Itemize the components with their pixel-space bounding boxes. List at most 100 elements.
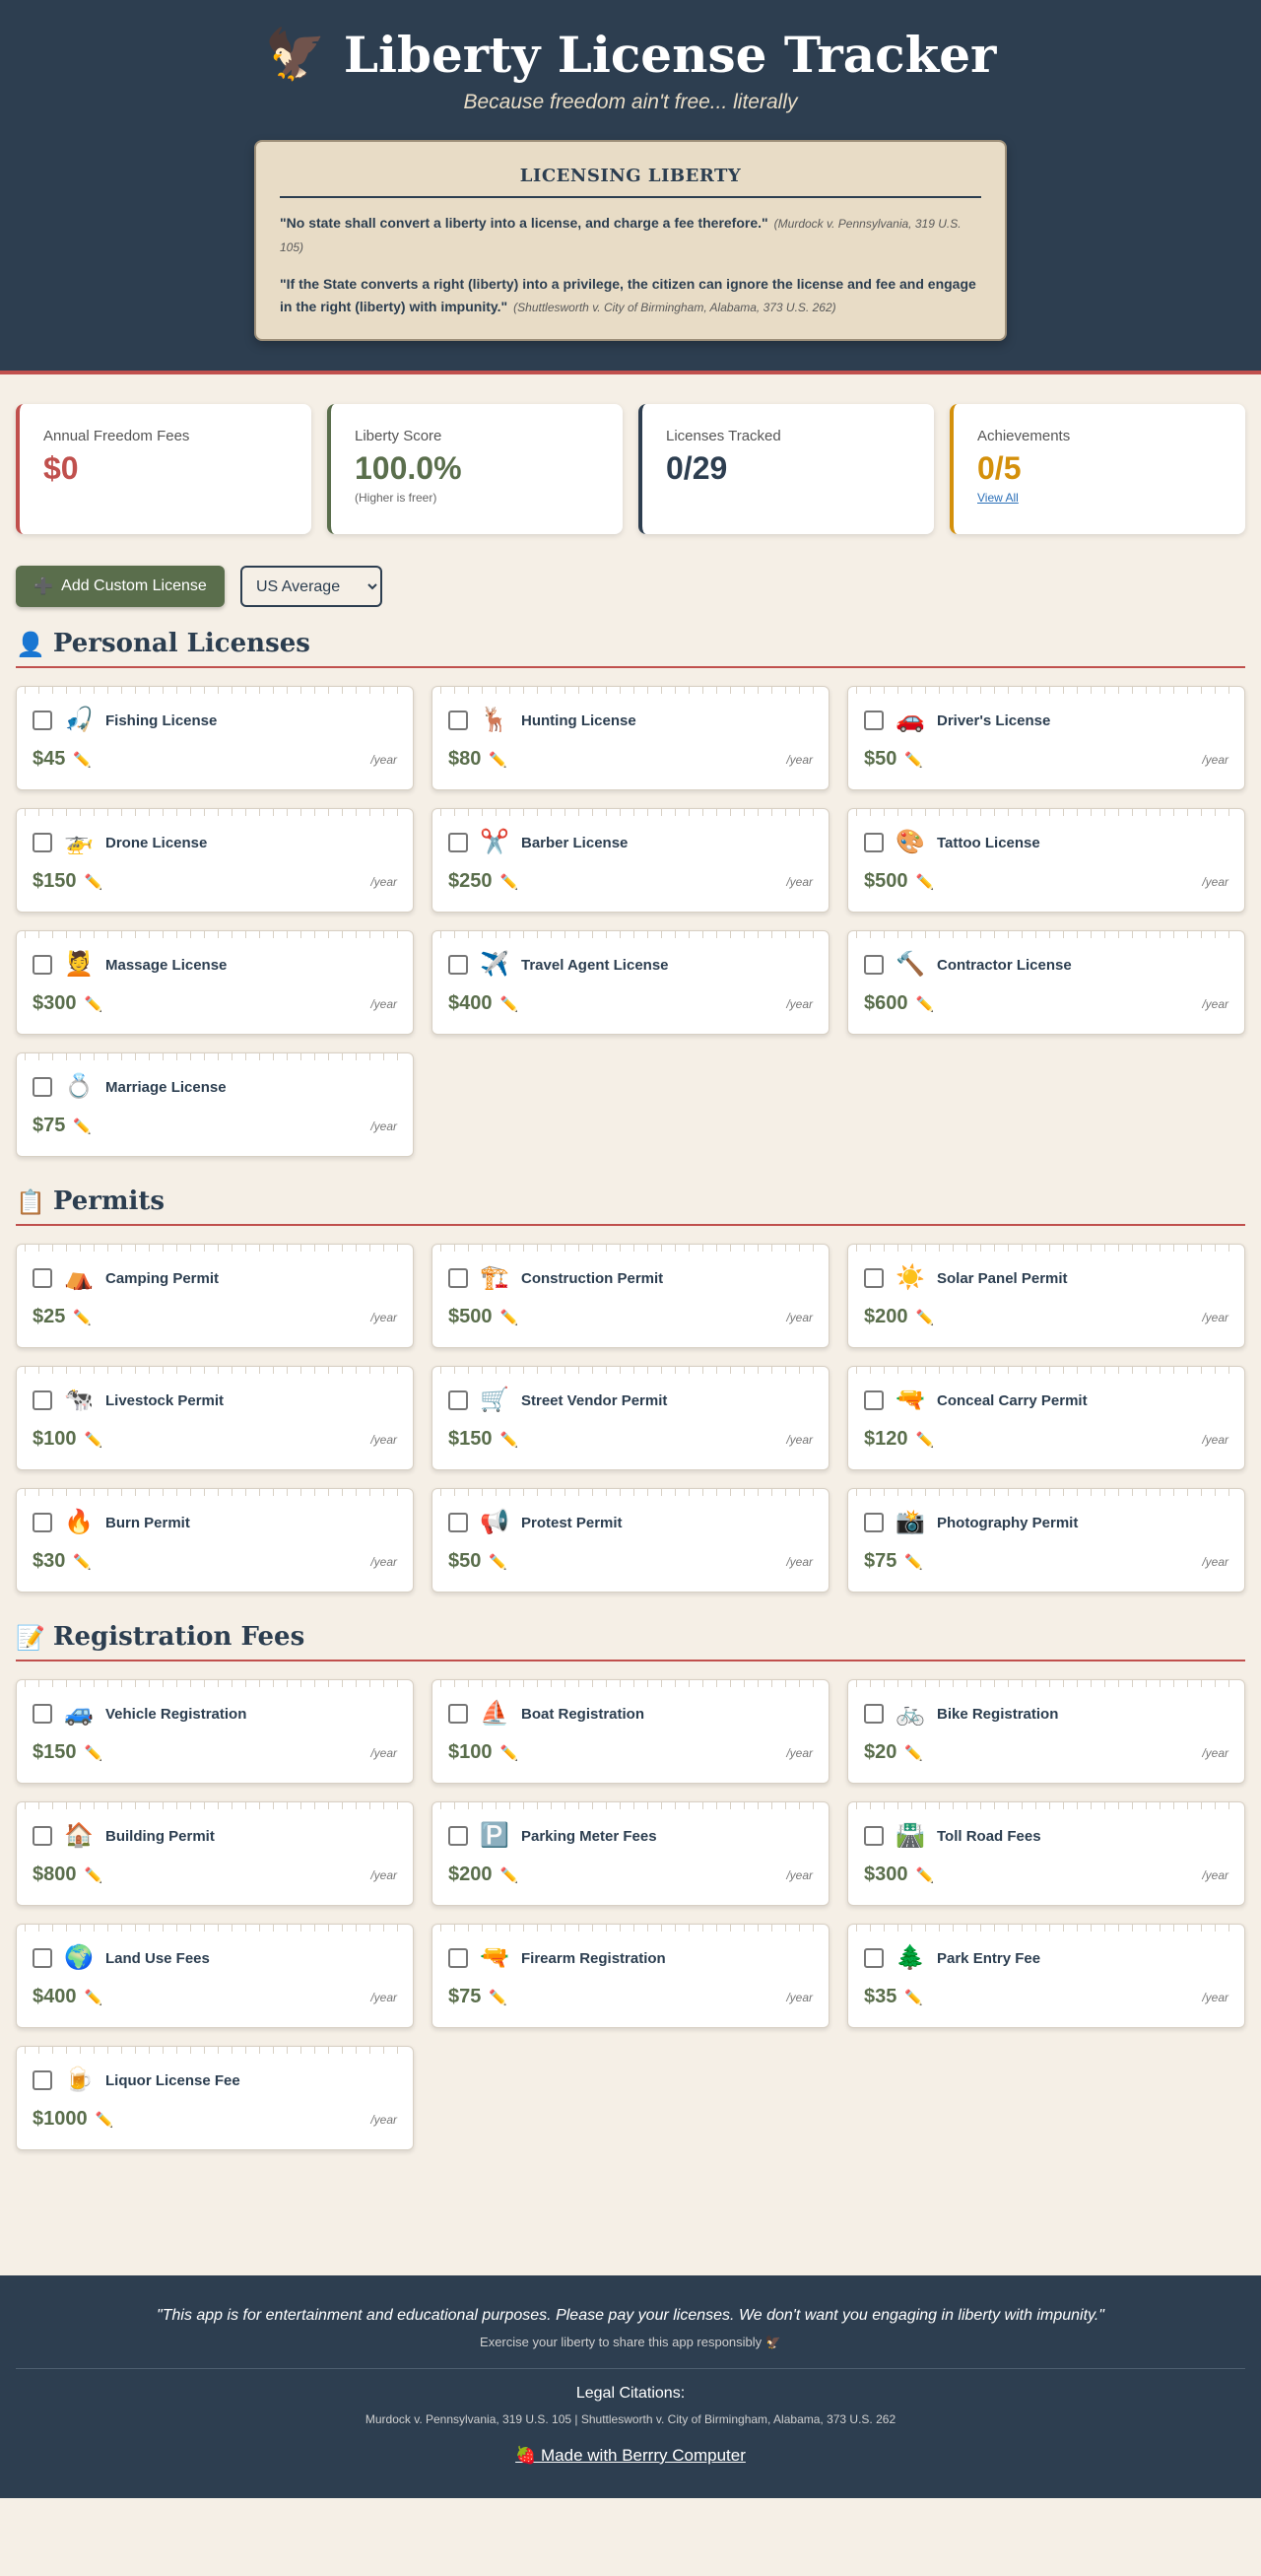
license-icon: 🔫 bbox=[480, 1944, 509, 1971]
view-all-achievements-link[interactable]: View All bbox=[977, 491, 1019, 505]
edit-price-icon[interactable]: ✏️ bbox=[904, 1553, 923, 1571]
license-checkbox[interactable] bbox=[864, 1704, 884, 1724]
license-name: Toll Road Fees bbox=[937, 1827, 1041, 1845]
edit-price-icon[interactable]: ✏️ bbox=[489, 1553, 507, 1571]
license-checkbox[interactable] bbox=[448, 955, 468, 975]
title-row: 🦅 Liberty License Tracker bbox=[0, 24, 1261, 85]
license-price: $120 bbox=[864, 1428, 908, 1450]
edit-price-icon[interactable]: ✏️ bbox=[916, 1309, 935, 1326]
price-group: $200 ✏️ bbox=[864, 1306, 934, 1328]
edit-price-icon[interactable]: ✏️ bbox=[85, 1744, 103, 1762]
region-select[interactable]: US Average bbox=[240, 566, 382, 607]
edit-price-icon[interactable]: ✏️ bbox=[500, 873, 519, 891]
license-checkbox[interactable] bbox=[864, 955, 884, 975]
license-name: Travel Agent License bbox=[521, 956, 669, 974]
licensing-liberty-box: LICENSING LIBERTY "No state shall conver… bbox=[254, 140, 1007, 341]
license-icon: 🛒 bbox=[480, 1387, 509, 1413]
license-checkbox[interactable] bbox=[864, 1390, 884, 1410]
license-checkbox[interactable] bbox=[448, 1513, 468, 1532]
license-checkbox[interactable] bbox=[33, 2070, 52, 2090]
license-name: Liquor License Fee bbox=[105, 2071, 240, 2089]
license-checkbox[interactable] bbox=[448, 711, 468, 730]
edit-price-icon[interactable]: ✏️ bbox=[916, 1866, 935, 1884]
edit-price-icon[interactable]: ✏️ bbox=[500, 1744, 519, 1762]
edit-price-icon[interactable]: ✏️ bbox=[85, 1866, 103, 1884]
made-with-link[interactable]: 🍓 Made with Berrry Computer bbox=[515, 2446, 746, 2466]
license-checkbox[interactable] bbox=[33, 1513, 52, 1532]
price-group: $50 ✏️ bbox=[864, 748, 923, 771]
license-card: 🔥 Burn Permit $30 ✏️ /year bbox=[16, 1488, 414, 1593]
edit-price-icon[interactable]: ✏️ bbox=[73, 1118, 92, 1135]
license-price: $300 bbox=[33, 992, 77, 1014]
edit-price-icon[interactable]: ✏️ bbox=[500, 1431, 519, 1449]
license-checkbox[interactable] bbox=[448, 1390, 468, 1410]
per-year-label: /year bbox=[370, 1867, 397, 1882]
card-footer: $75 ✏️ /year bbox=[448, 1986, 813, 2008]
edit-price-icon[interactable]: ✏️ bbox=[73, 1553, 92, 1571]
license-checkbox[interactable] bbox=[864, 1513, 884, 1532]
license-checkbox[interactable] bbox=[33, 833, 52, 852]
card-header: 🦌 Hunting License bbox=[448, 707, 813, 734]
edit-price-icon[interactable]: ✏️ bbox=[916, 995, 935, 1013]
license-checkbox[interactable] bbox=[864, 1948, 884, 1968]
license-card: 💍 Marriage License $75 ✏️ /year bbox=[16, 1052, 414, 1157]
license-checkbox[interactable] bbox=[33, 711, 52, 730]
license-checkbox[interactable] bbox=[448, 833, 468, 852]
edit-price-icon[interactable]: ✏️ bbox=[85, 1431, 103, 1449]
stat-label: Achievements bbox=[977, 428, 1071, 444]
edit-price-icon[interactable]: ✏️ bbox=[85, 873, 103, 891]
edit-price-icon[interactable]: ✏️ bbox=[73, 1309, 92, 1326]
card-footer: $100 ✏️ /year bbox=[33, 1428, 397, 1451]
card-header: 🚁 Drone License bbox=[33, 829, 397, 856]
license-checkbox[interactable] bbox=[33, 1390, 52, 1410]
edit-price-icon[interactable]: ✏️ bbox=[73, 751, 92, 769]
license-checkbox[interactable] bbox=[864, 1826, 884, 1846]
card-footer: $100 ✏️ /year bbox=[448, 1741, 813, 1764]
card-footer: $75 ✏️ /year bbox=[33, 1115, 397, 1137]
edit-price-icon[interactable]: ✏️ bbox=[500, 1309, 519, 1326]
license-name: Street Vendor Permit bbox=[521, 1391, 668, 1409]
license-checkbox[interactable] bbox=[33, 1704, 52, 1724]
edit-price-icon[interactable]: ✏️ bbox=[916, 1431, 935, 1449]
license-checkbox[interactable] bbox=[448, 1268, 468, 1288]
edit-price-icon[interactable]: ✏️ bbox=[96, 2111, 114, 2129]
edit-price-icon[interactable]: ✏️ bbox=[489, 751, 507, 769]
license-checkbox[interactable] bbox=[448, 1704, 468, 1724]
license-checkbox[interactable] bbox=[33, 955, 52, 975]
edit-price-icon[interactable]: ✏️ bbox=[489, 1989, 507, 2006]
price-group: $80 ✏️ bbox=[448, 748, 507, 771]
edit-price-icon[interactable]: ✏️ bbox=[904, 1989, 923, 2006]
edit-price-icon[interactable]: ✏️ bbox=[904, 751, 923, 769]
edit-price-icon[interactable]: ✏️ bbox=[85, 1989, 103, 2006]
edit-price-icon[interactable]: ✏️ bbox=[500, 1866, 519, 1884]
license-name: Driver's License bbox=[937, 712, 1051, 729]
license-icon: 🌍 bbox=[64, 1944, 94, 1971]
per-year-label: /year bbox=[786, 1867, 813, 1882]
license-checkbox[interactable] bbox=[864, 1268, 884, 1288]
license-price: $800 bbox=[33, 1864, 77, 1885]
price-group: $75 ✏️ bbox=[448, 1986, 507, 2008]
edit-price-icon[interactable]: ✏️ bbox=[904, 1744, 923, 1762]
license-checkbox[interactable] bbox=[33, 1268, 52, 1288]
disclaimer-quote: "This app is for entertainment and educa… bbox=[157, 2307, 1104, 2324]
license-name: Vehicle Registration bbox=[105, 1705, 247, 1723]
edit-price-icon[interactable]: ✏️ bbox=[500, 995, 519, 1013]
license-checkbox[interactable] bbox=[864, 833, 884, 852]
license-checkbox[interactable] bbox=[33, 1826, 52, 1846]
license-checkbox[interactable] bbox=[33, 1948, 52, 1968]
license-icon: ✈️ bbox=[480, 951, 509, 978]
license-checkbox[interactable] bbox=[448, 1948, 468, 1968]
edit-price-icon[interactable]: ✏️ bbox=[916, 873, 935, 891]
license-card: 🏗️ Construction Permit $500 ✏️ /year bbox=[431, 1244, 830, 1348]
stat-annual-fees: Annual Freedom Fees $0 bbox=[16, 404, 311, 534]
license-checkbox[interactable] bbox=[33, 1077, 52, 1097]
license-checkbox[interactable] bbox=[448, 1826, 468, 1846]
clipboard-icon: 📋 bbox=[16, 1186, 45, 1216]
card-header: 🚗 Driver's License bbox=[864, 707, 1228, 734]
license-price: $30 bbox=[33, 1550, 66, 1572]
edit-price-icon[interactable]: ✏️ bbox=[85, 995, 103, 1013]
license-icon: 💍 bbox=[64, 1073, 94, 1100]
license-icon: 🛣️ bbox=[896, 1822, 925, 1849]
license-checkbox[interactable] bbox=[864, 711, 884, 730]
add-custom-license-button[interactable]: ➕ Add Custom License bbox=[16, 566, 225, 607]
